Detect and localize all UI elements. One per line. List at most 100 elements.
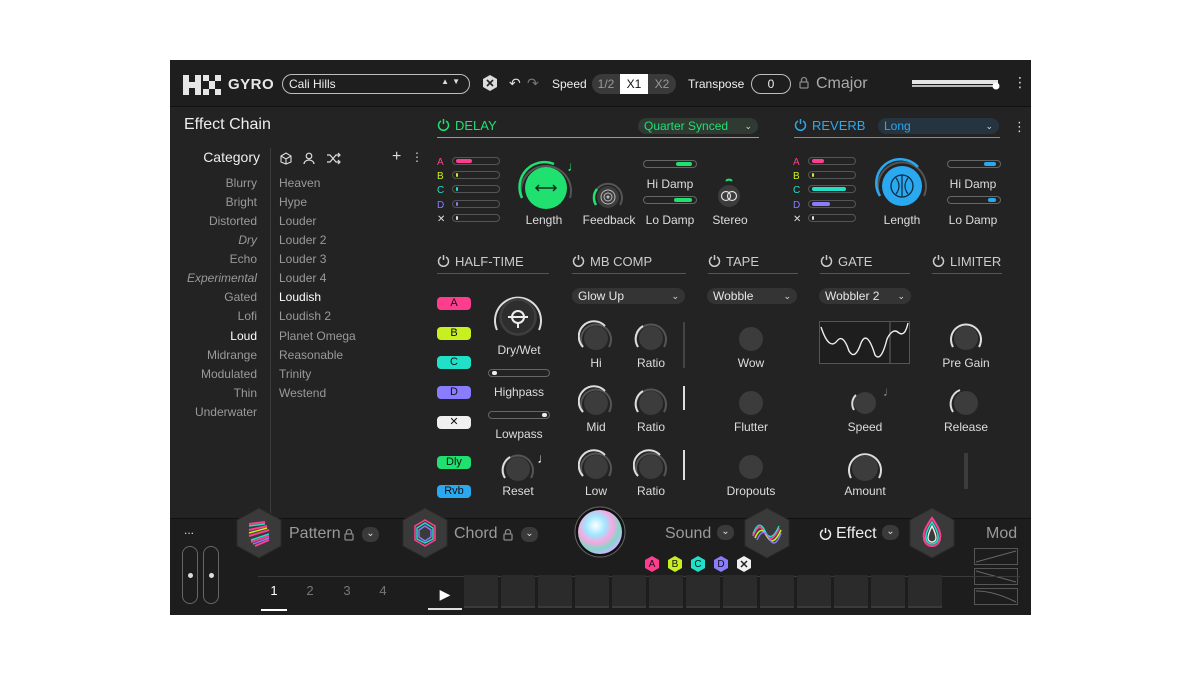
halftime-lane-a-button[interactable]: A	[437, 297, 471, 310]
delay-lane-a-slider[interactable]	[452, 157, 500, 165]
mbcomp-power-icon[interactable]	[572, 254, 585, 267]
lock-icon[interactable]	[799, 76, 809, 89]
reverb-lane-random-slider[interactable]	[808, 214, 856, 222]
step-cell[interactable]	[501, 575, 535, 608]
category-item[interactable]: Gated	[224, 290, 257, 304]
pattern-tab-2[interactable]: 2	[297, 583, 323, 611]
undo-icon[interactable]: ↶	[509, 75, 521, 92]
halftime-lowpass-slider[interactable]	[488, 411, 550, 419]
preset-item[interactable]: Loudish 2	[279, 309, 331, 323]
tape-power-icon[interactable]	[708, 254, 721, 267]
preset-item[interactable]: Louder 4	[279, 271, 326, 285]
effect-chevron-down-icon[interactable]: ⌄	[882, 525, 899, 540]
step-cell[interactable]	[908, 575, 942, 608]
step-cell[interactable]	[760, 575, 794, 608]
category-item[interactable]: Midrange	[207, 348, 257, 362]
tape-flutter-knob[interactable]	[736, 388, 766, 418]
pattern-tab-4[interactable]: 4	[370, 583, 396, 611]
note-sync-icon[interactable]: ♩	[537, 450, 551, 466]
sound-chevron-down-icon[interactable]: ⌄	[717, 525, 734, 540]
preset-item[interactable]: Louder	[279, 214, 316, 228]
transpose-input[interactable]: 0	[751, 74, 791, 94]
mbcomp-mid-ratio-knob[interactable]	[633, 385, 669, 421]
delay-lodamp-slider[interactable]	[643, 196, 697, 204]
mbcomp-low-knob[interactable]	[578, 449, 614, 485]
step-cell[interactable]	[686, 575, 720, 608]
delay-feedback-knob[interactable]	[591, 180, 625, 214]
category-item[interactable]: Experimental	[187, 271, 257, 285]
reverb-more-icon[interactable]: ⋮	[1013, 119, 1026, 135]
delay-lane-random-slider[interactable]	[452, 214, 500, 222]
pattern-tab-1[interactable]: 1	[261, 583, 287, 611]
step-cell[interactable]	[538, 575, 572, 608]
macro-slider-1[interactable]	[182, 546, 198, 604]
play-button[interactable]: ▶	[428, 580, 462, 610]
halftime-highpass-slider[interactable]	[488, 369, 550, 377]
note-sync-icon[interactable]: ♩	[883, 384, 896, 399]
limiter-release-knob[interactable]	[948, 385, 984, 421]
step-cell[interactable]	[575, 575, 609, 608]
chord-chevron-down-icon[interactable]: ⌄	[521, 527, 538, 542]
pattern-chevron-down-icon[interactable]: ⌄	[362, 527, 379, 542]
step-cell[interactable]	[464, 575, 498, 608]
tape-dropouts-knob[interactable]	[736, 452, 766, 482]
reverb-power-icon[interactable]	[794, 118, 807, 131]
category-item-selected[interactable]: Loud	[230, 329, 257, 343]
category-item[interactable]: Bright	[226, 195, 257, 209]
preset-item[interactable]: Hype	[279, 195, 307, 209]
halftime-lane-d-button[interactable]: D	[437, 386, 471, 399]
pattern-tab-3[interactable]: 3	[334, 583, 360, 611]
mbcomp-mode-dropdown[interactable]: Glow Up ⌄	[572, 288, 685, 304]
preset-item[interactable]: Westend	[279, 386, 326, 400]
category-item[interactable]: Underwater	[195, 405, 257, 419]
chord-hex-icon[interactable]	[401, 506, 449, 560]
macro-slider-2[interactable]	[203, 546, 219, 604]
speed-option-x2[interactable]: X2	[648, 74, 676, 94]
category-item[interactable]: Lofi	[238, 309, 257, 323]
halftime-drywet-knob[interactable]	[490, 290, 546, 346]
mod-label[interactable]: Mod	[986, 525, 1017, 543]
sound-hex-icon[interactable]	[743, 506, 791, 560]
chord-label[interactable]: Chord	[454, 525, 498, 543]
limiter-power-icon[interactable]	[932, 254, 945, 267]
halftime-power-icon[interactable]	[437, 254, 450, 267]
delay-power-icon[interactable]	[437, 118, 450, 131]
halftime-reset-knob[interactable]	[500, 451, 536, 487]
reverb-mode-dropdown[interactable]: Long ⌄	[878, 118, 999, 134]
reverb-lane-b-slider[interactable]	[808, 171, 856, 179]
add-preset-icon[interactable]: +	[392, 148, 401, 166]
pattern-label[interactable]: Pattern	[289, 525, 341, 543]
speed-option-half[interactable]: 1/2	[592, 74, 620, 94]
reverb-lane-d-slider[interactable]	[808, 200, 856, 208]
step-cell[interactable]	[871, 575, 905, 608]
more-options-icon[interactable]: ⋮	[1013, 74, 1027, 91]
pattern-lock-icon[interactable]	[344, 528, 354, 541]
category-item[interactable]: Thin	[234, 386, 257, 400]
delay-lane-b-slider[interactable]	[452, 171, 500, 179]
category-item[interactable]: Echo	[230, 252, 257, 266]
category-item[interactable]: Modulated	[201, 367, 257, 381]
reverb-hidamp-slider[interactable]	[947, 160, 1001, 168]
halftime-random-button[interactable]: ✕	[437, 416, 471, 429]
preset-prev-next-icon[interactable]: ▲▼	[441, 77, 463, 86]
list-more-icon[interactable]: ⋮	[411, 150, 423, 164]
sound-label[interactable]: Sound	[665, 525, 711, 543]
bottom-more-icon[interactable]: ...	[184, 523, 194, 537]
mbcomp-mid-knob[interactable]	[578, 385, 614, 421]
halftime-dly-button[interactable]: Dly	[437, 456, 471, 469]
halftime-rvb-button[interactable]: Rvb	[437, 485, 471, 498]
step-cell[interactable]	[723, 575, 757, 608]
gate-speed-knob[interactable]	[850, 388, 880, 418]
delay-lane-d-slider[interactable]	[452, 200, 500, 208]
mod-slot-3[interactable]	[974, 588, 1018, 605]
step-cell[interactable]	[612, 575, 646, 608]
tape-wow-knob[interactable]	[736, 324, 766, 354]
mbcomp-hi-knob[interactable]	[578, 320, 614, 356]
chord-lock-icon[interactable]	[503, 528, 513, 541]
reverb-lodamp-slider[interactable]	[947, 196, 1001, 204]
preset-item[interactable]: Louder 3	[279, 252, 326, 266]
gate-amount-knob[interactable]	[846, 449, 884, 487]
preset-selector[interactable]: Cali Hills ▲▼	[282, 74, 470, 94]
redo-icon[interactable]: ↷	[527, 75, 539, 92]
delay-mode-dropdown[interactable]: Quarter Synced ⌄	[638, 118, 758, 134]
